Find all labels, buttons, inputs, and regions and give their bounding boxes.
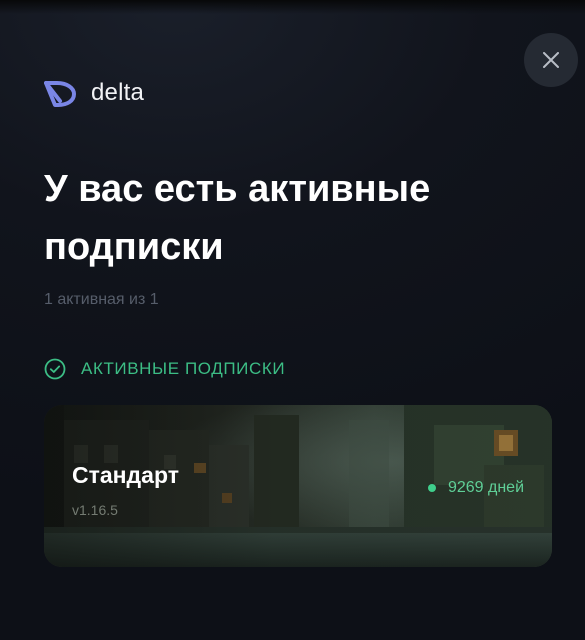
subscription-count: 1 активная из 1 [44, 291, 159, 308]
status-dot-icon [427, 484, 436, 492]
check-circle-icon [44, 358, 66, 380]
brand-logo: delta [44, 79, 144, 107]
subscription-card[interactable]: Стандарт v1.16.5 9269 дней [44, 405, 552, 567]
delta-logo-icon [44, 80, 76, 107]
section-label: АКТИВНЫЕ ПОДПИСКИ [81, 359, 286, 378]
active-subscriptions-heading: АКТИВНЫЕ ПОДПИСКИ [44, 358, 285, 380]
close-icon [543, 52, 559, 68]
subscription-dialog: delta У вас есть активные подписки 1 акт… [0, 0, 585, 640]
brand-name: delta [91, 79, 145, 106]
subscription-version: v1.16.5 [72, 502, 118, 518]
close-button[interactable] [524, 33, 578, 87]
days-remaining: 9269 дней [447, 479, 524, 496]
top-shadow [0, 0, 585, 14]
page-title: У вас есть активные подписки [44, 168, 431, 268]
subscription-status: 9269 дней [427, 479, 524, 497]
subscription-name: Стандарт [72, 462, 179, 488]
